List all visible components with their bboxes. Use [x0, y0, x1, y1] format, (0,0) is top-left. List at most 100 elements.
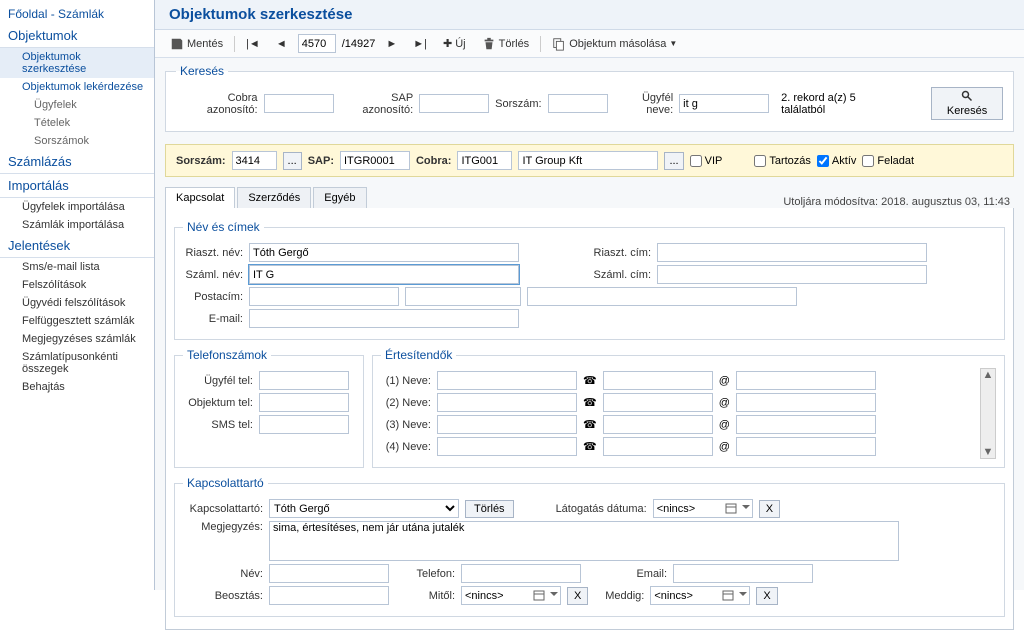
ert4-tel[interactable] [603, 437, 713, 456]
smstel-input[interactable] [259, 415, 349, 434]
aktiv-check[interactable]: Aktív [817, 155, 856, 167]
delete-button[interactable]: Törlés [477, 35, 535, 53]
objtel-input[interactable] [259, 393, 349, 412]
prev-button[interactable]: ◄ [271, 36, 292, 52]
bar-sor[interactable] [232, 151, 277, 170]
bar-sor-dots[interactable]: ... [283, 152, 302, 170]
meddig-date[interactable] [650, 586, 750, 605]
phone-icon: ☎ [583, 440, 597, 453]
sidebar-section-szamlazas[interactable]: Számlázás [0, 150, 154, 174]
kapcs-delete[interactable]: Törlés [465, 500, 514, 518]
bar-name-dots[interactable]: ... [664, 152, 683, 170]
vip-check[interactable]: VIP [690, 155, 723, 167]
tartozas-check[interactable]: Tartozás [754, 155, 811, 167]
ert4-name[interactable] [437, 437, 577, 456]
cobra-label: Cobra azonosító: [176, 92, 258, 116]
mitol-lbl: Mitől: [395, 590, 455, 602]
delete-label: Törlés [499, 38, 530, 50]
chevron-down-icon[interactable] [739, 592, 747, 596]
sidebar-sub-ugyfelek[interactable]: Ügyfelek [0, 96, 154, 114]
ert2-tel[interactable] [603, 393, 713, 412]
ert1-mail[interactable] [736, 371, 876, 390]
record-current[interactable] [298, 34, 336, 53]
sidebar-item-behajtas[interactable]: Behajtás [0, 378, 154, 396]
ktel-input[interactable] [461, 564, 581, 583]
search-sorszam[interactable] [548, 94, 608, 113]
search-icon [961, 90, 973, 102]
at-icon: @ [719, 441, 730, 453]
ert3-tel[interactable] [603, 415, 713, 434]
mitol-x[interactable]: X [567, 587, 588, 605]
beo-input[interactable] [269, 586, 389, 605]
next-button[interactable]: ► [381, 36, 402, 52]
sidebar-item-objszerk[interactable]: Objektumok szerkesztése [0, 48, 154, 78]
save-button[interactable]: Mentés [165, 35, 228, 53]
meddig-x[interactable]: X [756, 587, 777, 605]
search-legend: Keresés [176, 64, 228, 78]
at-icon: @ [719, 419, 730, 431]
szamlcim-input[interactable] [657, 265, 927, 284]
sidebar-sub-sorszamok[interactable]: Sorszámok [0, 132, 154, 150]
search-button[interactable]: Keresés [931, 87, 1003, 120]
sidebar-item-szamimp[interactable]: Számlák importálása [0, 216, 154, 234]
bar-name[interactable] [518, 151, 658, 170]
latog-date[interactable] [653, 499, 753, 518]
ert2-mail[interactable] [736, 393, 876, 412]
calendar-icon[interactable] [725, 502, 737, 514]
ert1-lbl: (1) Neve: [381, 375, 431, 387]
search-sap[interactable] [419, 94, 489, 113]
riasztnev-input[interactable] [249, 243, 519, 262]
sidebar-item-sms[interactable]: Sms/e-mail lista [0, 258, 154, 276]
tab-szerzodes[interactable]: Szerződés [237, 187, 311, 208]
posta2-input[interactable] [405, 287, 521, 306]
ert1-name[interactable] [437, 371, 577, 390]
sidebar-item-megj[interactable]: Megjegyzéses számlák [0, 330, 154, 348]
riasztcim-input[interactable] [657, 243, 927, 262]
email-input[interactable] [249, 309, 519, 328]
knev-input[interactable] [269, 564, 389, 583]
kapcs-select[interactable]: Tóth Gergő [269, 499, 459, 518]
search-ugyfel[interactable] [679, 94, 769, 113]
feladat-check[interactable]: Feladat [862, 155, 914, 167]
breadcrumb[interactable]: Főoldal - Számlák [0, 4, 154, 24]
sidebar-item-ugyimp[interactable]: Ügyfelek importálása [0, 198, 154, 216]
sidebar-item-ugyvedi[interactable]: Ügyvédi felszólítások [0, 294, 154, 312]
chevron-down-icon[interactable] [742, 505, 750, 509]
ert3-name[interactable] [437, 415, 577, 434]
sidebar-section-jelentesek[interactable]: Jelentések [0, 234, 154, 258]
posta3-input[interactable] [527, 287, 797, 306]
sidebar-section-objektumok[interactable]: Objektumok [0, 24, 154, 48]
sidebar-item-szamtip[interactable]: Számlatípusonkénti összegek [0, 348, 154, 378]
tab-kapcsolat[interactable]: Kapcsolat [165, 187, 235, 208]
bar-cobra[interactable] [457, 151, 512, 170]
sidebar-item-objlek[interactable]: Objektumok lekérdezése [0, 78, 154, 96]
new-button[interactable]: ✚ Új [438, 35, 471, 52]
bar-sap[interactable] [340, 151, 410, 170]
scroll-up-icon[interactable]: ▲ [983, 369, 994, 381]
search-cobra[interactable] [264, 94, 334, 113]
first-button[interactable]: |◄ [241, 36, 265, 52]
copy-button[interactable]: Objektum másolása ▼ [547, 35, 682, 53]
last-button[interactable]: ►| [408, 36, 432, 52]
ert1-tel[interactable] [603, 371, 713, 390]
latog-x[interactable]: X [759, 500, 780, 518]
ert3-mail[interactable] [736, 415, 876, 434]
calendar-icon[interactable] [722, 589, 734, 601]
kemail-input[interactable] [673, 564, 813, 583]
ert4-mail[interactable] [736, 437, 876, 456]
sidebar-item-felsz[interactable]: Felszólítások [0, 276, 154, 294]
calendar-icon[interactable] [533, 589, 545, 601]
mitol-date[interactable] [461, 586, 561, 605]
tab-egyeb[interactable]: Egyéb [313, 187, 366, 208]
megj-input[interactable] [269, 521, 899, 561]
scroll-down-icon[interactable]: ▼ [983, 446, 994, 458]
chevron-down-icon[interactable] [550, 592, 558, 596]
posta1-input[interactable] [249, 287, 399, 306]
sidebar-item-felfugg[interactable]: Felfüggesztett számlák [0, 312, 154, 330]
szamlnev-input[interactable] [249, 265, 519, 284]
ert-scrollbar[interactable]: ▲▼ [980, 368, 996, 459]
sidebar-section-importalas[interactable]: Importálás [0, 174, 154, 198]
ert2-name[interactable] [437, 393, 577, 412]
sidebar-sub-tetelek[interactable]: Tételek [0, 114, 154, 132]
ugyfeltel-input[interactable] [259, 371, 349, 390]
